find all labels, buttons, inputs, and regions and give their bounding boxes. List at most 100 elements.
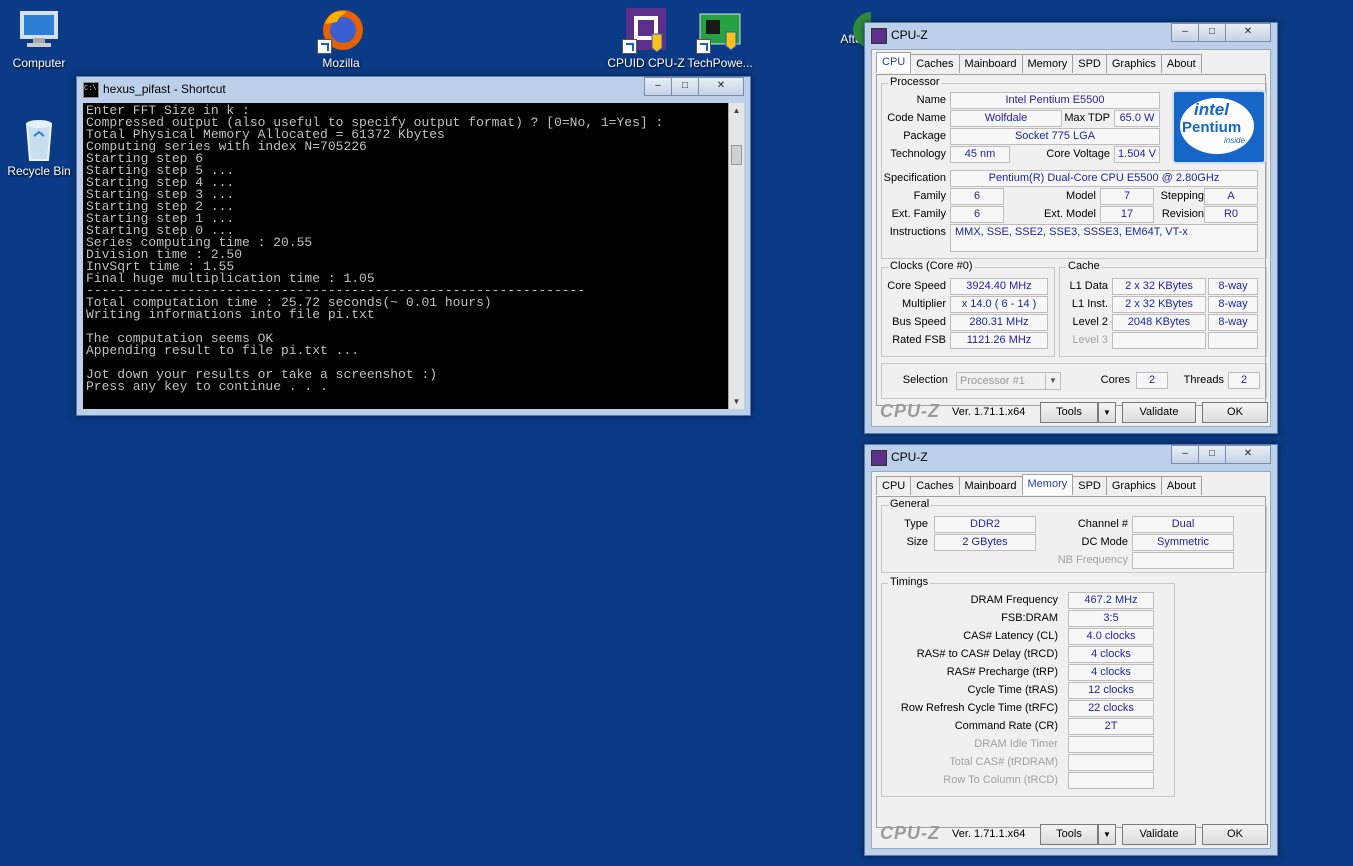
tab-mainboard[interactable]: Mainboard: [958, 54, 1023, 73]
timing-label: DRAM Frequency: [970, 594, 1058, 606]
group-title: Clocks (Core #0): [888, 260, 975, 272]
group-title: Processor: [888, 76, 942, 88]
minimize-button[interactable]: ‒: [1171, 23, 1199, 42]
maximize-button[interactable]: □: [1198, 445, 1226, 464]
ratedfsb-label: Rated FSB: [892, 334, 946, 346]
tab-caches[interactable]: Caches: [910, 476, 960, 495]
timing-label: RAS# to CAS# Delay (tRCD): [916, 648, 1058, 660]
tab-about[interactable]: About: [1160, 54, 1202, 73]
codename-label: Code Name: [887, 112, 946, 124]
timing-value: 4.0 clocks: [1068, 628, 1154, 645]
scroll-up-icon[interactable]: ▲: [729, 103, 744, 118]
window-title: hexus_pifast - Shortcut: [103, 82, 226, 96]
processor-group: Processor Name Intel Pentium E5500 Code …: [881, 76, 1267, 259]
name-label: Name: [916, 94, 946, 106]
tab-cpu[interactable]: CPU: [876, 52, 912, 73]
processor-select[interactable]: Processor #1 ▼: [956, 372, 1061, 390]
timing-value: [1068, 736, 1154, 753]
cpuz-body: CPU Caches Mainboard Memory SPD Graphics…: [871, 49, 1271, 427]
tab-mainboard[interactable]: Mainboard: [958, 476, 1023, 495]
tab-graphics[interactable]: Graphics: [1105, 54, 1162, 73]
scroll-thumb[interactable]: [731, 145, 742, 165]
shortcut-arrow-icon: [317, 39, 332, 54]
gpu-card-icon: [696, 8, 744, 54]
codename-value: Wolfdale: [950, 110, 1062, 127]
console-titlebar[interactable]: C:\ hexus_pifast - Shortcut ‒ □ ✕: [77, 77, 750, 101]
maximize-button[interactable]: □: [671, 77, 699, 96]
cpuz-app-icon: [622, 8, 670, 54]
close-button[interactable]: ✕: [1225, 23, 1271, 42]
tab-spd[interactable]: SPD: [1072, 54, 1107, 73]
tab-caches[interactable]: Caches: [910, 54, 960, 73]
l1i-value: 2 x 32 KBytes: [1112, 296, 1206, 313]
revision-label: Revision: [1161, 208, 1204, 220]
threads-label: Threads: [1183, 374, 1224, 386]
console-window[interactable]: C:\ hexus_pifast - Shortcut ‒ □ ✕ Enter …: [76, 76, 751, 416]
group-title: Cache: [1066, 260, 1102, 272]
desktop-icon-label: Recycle Bin: [7, 164, 71, 178]
maximize-button[interactable]: □: [1198, 23, 1226, 42]
timing-label: Total CAS# (tRDRAM): [949, 756, 1058, 768]
revision-value: R0: [1204, 206, 1258, 223]
tools-button[interactable]: Tools: [1040, 402, 1098, 423]
extmodel-value: 17: [1100, 206, 1154, 223]
scroll-down-icon[interactable]: ▼: [729, 394, 744, 409]
processor-select-value: Processor #1: [960, 375, 1025, 387]
close-button[interactable]: ✕: [698, 77, 744, 96]
validate-button[interactable]: Validate: [1122, 402, 1196, 423]
corespeed-label: Core Speed: [887, 280, 946, 292]
cpuz-cpu-window[interactable]: CPU-Z ‒ □ ✕ CPU Caches Mainboard Memory …: [864, 22, 1278, 434]
timing-value: 467.2 MHz: [1068, 592, 1154, 609]
console-line: Press any key to continue . . .: [86, 379, 328, 394]
desktop-icon-recycle-bin[interactable]: Recycle Bin: [0, 116, 82, 178]
validate-button[interactable]: Validate: [1122, 824, 1196, 845]
tools-dropdown-icon[interactable]: ▼: [1098, 824, 1116, 845]
cpuz-titlebar[interactable]: CPU-Z ‒ □ ✕: [865, 23, 1277, 47]
window-title: CPU-Z: [891, 450, 928, 464]
vertical-scrollbar[interactable]: ▲ ▼: [728, 103, 744, 409]
cpuz-memory-window[interactable]: CPU-Z ‒ □ ✕ CPU Caches Mainboard Memory …: [864, 444, 1278, 856]
cmd-icon: C:\: [83, 82, 99, 98]
timing-value: 4 clocks: [1068, 646, 1154, 663]
instructions-label: Instructions: [889, 226, 946, 238]
stepping-label: Stepping: [1160, 190, 1204, 202]
selection-row: Selection Processor #1 ▼ Cores 2 Threads…: [881, 363, 1267, 399]
l2-label: Level 2: [1072, 316, 1108, 328]
l2-value: 2048 KBytes: [1112, 314, 1206, 331]
tab-graphics[interactable]: Graphics: [1105, 476, 1162, 495]
timing-label: CAS# Latency (CL): [963, 630, 1058, 642]
tab-memory[interactable]: Memory: [1021, 474, 1074, 495]
desktop-icon-label: Mozilla: [322, 56, 360, 70]
desktop-icon-mozilla[interactable]: Mozilla: [298, 8, 384, 70]
tab-spd[interactable]: SPD: [1072, 476, 1107, 495]
tab-about[interactable]: About: [1160, 476, 1202, 495]
model-label: Model: [1066, 190, 1096, 202]
cpuz-titlebar[interactable]: CPU-Z ‒ □ ✕: [865, 445, 1277, 469]
tools-button[interactable]: Tools: [1040, 824, 1098, 845]
cpu-panel: Processor Name Intel Pentium E5500 Code …: [876, 74, 1267, 406]
tab-memory[interactable]: Memory: [1021, 54, 1074, 73]
l1i-assoc: 8-way: [1208, 296, 1258, 313]
minimize-button[interactable]: ‒: [644, 77, 672, 96]
multiplier-label: Multiplier: [901, 298, 946, 310]
group-title: General: [888, 498, 932, 510]
tab-cpu[interactable]: CPU: [876, 476, 912, 495]
desktop-icon-techpowerup[interactable]: TechPowe...: [677, 8, 763, 70]
cpuz-footer: CPU-Z Ver. 1.71.1.x64 Tools ▼ Validate O…: [876, 400, 1268, 424]
voltage-label: Core Voltage: [1046, 148, 1110, 160]
tools-dropdown-icon[interactable]: ▼: [1098, 402, 1116, 423]
family-value: 6: [950, 188, 1004, 205]
ok-button[interactable]: OK: [1202, 824, 1268, 845]
ok-button[interactable]: OK: [1202, 402, 1268, 423]
minimize-button[interactable]: ‒: [1171, 445, 1199, 464]
chevron-down-icon[interactable]: ▼: [1045, 373, 1060, 389]
dcmode-value: Symmetric: [1132, 534, 1234, 551]
console-output[interactable]: Enter FFT Size in k : Compressed output (…: [83, 103, 728, 409]
desktop-icon-label: TechPowe...: [687, 56, 753, 70]
timing-value: 12 clocks: [1068, 682, 1154, 699]
threads-value: 2: [1228, 372, 1260, 389]
cpuz-footer: CPU-Z Ver. 1.71.1.x64 Tools ▼ Validate O…: [876, 822, 1268, 846]
close-button[interactable]: ✕: [1225, 445, 1271, 464]
desktop-icon-computer[interactable]: Computer: [0, 8, 82, 70]
size-label: Size: [906, 536, 928, 548]
